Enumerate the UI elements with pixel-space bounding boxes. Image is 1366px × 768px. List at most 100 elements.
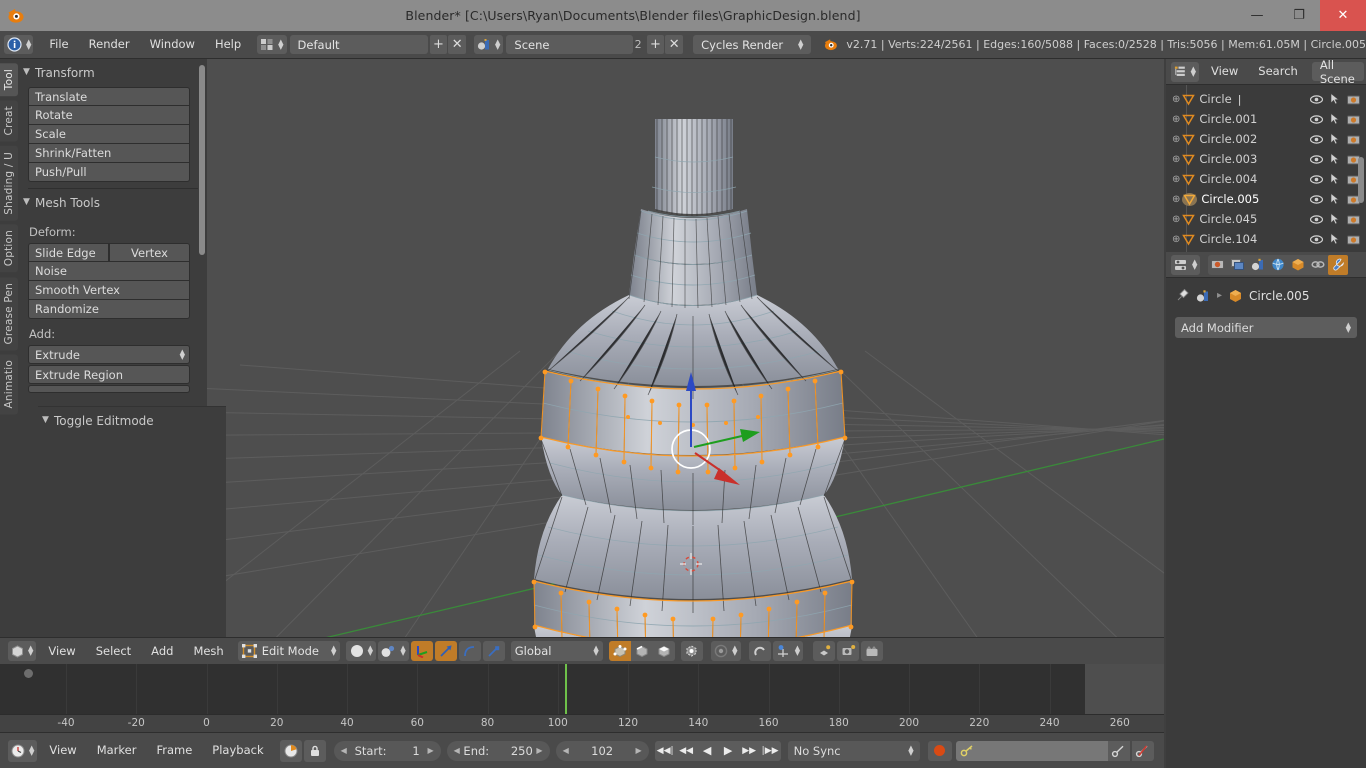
properties-tab-render-layers[interactable] (1228, 255, 1248, 275)
tool-shrink-fatten-button[interactable]: Shrink/Fatten (28, 144, 190, 163)
vp-menu-select[interactable]: Select (86, 642, 141, 661)
outliner-menu-view[interactable]: View (1201, 62, 1248, 81)
panel-header-transform[interactable]: ▼ Transform (19, 59, 207, 87)
edge-select-button[interactable] (630, 641, 653, 661)
timeline-playhead[interactable] (564, 664, 567, 714)
render-final-button[interactable] (861, 641, 884, 661)
tool-vertex-button[interactable]: Vertex (109, 243, 190, 262)
properties-tab-world[interactable] (1268, 255, 1288, 275)
outliner-row-circle-104[interactable]: ⊕ Circle.104 (1166, 229, 1366, 249)
close-button[interactable]: ✕ (1320, 0, 1366, 31)
editor-type-selector-3dview[interactable]: ▲ ▼ (8, 641, 37, 661)
render-preview-button[interactable] (837, 641, 860, 661)
pin-icon[interactable] (1175, 288, 1190, 303)
chevron-right-icon[interactable]: ▶ (427, 746, 433, 755)
add-screen-layout-button[interactable]: + (429, 35, 448, 54)
expand-icon[interactable]: ⊕ (1172, 154, 1180, 165)
tool-tab-animation[interactable]: Animatio (0, 354, 18, 415)
properties-tab-render[interactable] (1208, 255, 1228, 275)
vp-menu-add[interactable]: Add (141, 642, 183, 661)
scene-icon-button[interactable]: ▲ ▼ (474, 35, 504, 54)
tool-randomize-button[interactable]: Randomize (28, 300, 190, 319)
transform-orientation-selector[interactable]: Global ▲ ▼ (510, 641, 603, 661)
tool-tab-options[interactable]: Option (0, 224, 18, 273)
outliner-row-circle-004[interactable]: ⊕ Circle.004 (1166, 169, 1366, 189)
chevron-left-icon[interactable]: ◀ (341, 746, 347, 755)
outliner-row-circle[interactable]: ⊕ Circle | (1166, 89, 1366, 109)
editor-type-selector[interactable]: ▲ ▼ (4, 35, 34, 54)
maximize-button[interactable]: ❐ (1278, 0, 1320, 31)
menu-help[interactable]: Help (205, 35, 251, 54)
menu-file[interactable]: File (39, 35, 78, 54)
tool-shelf-scrollbar[interactable] (199, 65, 205, 255)
proportional-edit-selector[interactable]: ▲ ▼ (710, 641, 741, 661)
vertex-select-button[interactable] (608, 641, 631, 661)
tool-slide-edge-button[interactable]: Slide Edge (28, 243, 109, 262)
expand-icon[interactable]: ⊕ (1172, 234, 1180, 245)
viewport-shading-selector[interactable]: ▲ ▼ (346, 641, 377, 661)
properties-tab-modifiers[interactable] (1328, 254, 1349, 275)
add-modifier-button[interactable]: Add Modifier ▲ ▼ (1175, 317, 1357, 338)
outliner-row-circle-003[interactable]: ⊕ Circle.003 (1166, 149, 1366, 169)
tl-menu-marker[interactable]: Marker (87, 741, 147, 760)
interaction-mode-selector[interactable]: Edit Mode ▲ ▼ (237, 641, 341, 661)
timeline-ruler[interactable]: -40 -20 0 20 40 60 80 100 120 140 160 180 200 220 240 2… (0, 714, 1164, 732)
minimize-button[interactable]: — (1236, 0, 1278, 31)
outliner-row-circle-002[interactable]: ⊕ Circle.002 (1166, 129, 1366, 149)
previous-keyframe-button[interactable]: ◀◀ (675, 740, 697, 761)
translate-manipulator-button[interactable] (434, 641, 457, 661)
tool-rotate-button[interactable]: Rotate (28, 106, 190, 125)
onion-skin-toggle[interactable] (279, 739, 302, 762)
expand-icon[interactable]: ⊕ (1172, 134, 1180, 145)
render-object-button[interactable] (813, 641, 836, 661)
menu-render[interactable]: Render (79, 35, 140, 54)
tool-push-pull-button[interactable]: Push/Pull (28, 163, 190, 182)
tool-extrude-region-button[interactable]: Extrude Region (28, 365, 190, 384)
face-select-button[interactable] (652, 641, 675, 661)
outliner-row-circle-045[interactable]: ⊕ Circle.045 (1166, 209, 1366, 229)
tool-extrude-selector[interactable]: Extrude ▲ ▼ (28, 345, 190, 364)
outliner-scrollbar[interactable] (1358, 157, 1364, 203)
tl-menu-frame[interactable]: Frame (146, 741, 202, 760)
current-frame-field[interactable]: ◀ 102 ▶ (555, 740, 649, 761)
play-button[interactable]: ▶ (717, 740, 739, 761)
properties-tab-constraints[interactable] (1308, 255, 1328, 275)
editor-type-selector-outliner[interactable]: ▲ ▼ (1171, 61, 1199, 82)
expand-icon[interactable]: ⊕ (1172, 114, 1180, 125)
chevron-left-icon[interactable]: ◀ (563, 746, 569, 755)
tool-scale-button[interactable]: Scale (28, 125, 190, 144)
snap-target-selector[interactable]: ▲ ▼ (772, 641, 804, 661)
sync-mode-selector[interactable]: No Sync ▲ ▼ (787, 740, 920, 761)
snap-magnet-button[interactable] (748, 641, 771, 661)
rotate-manipulator-button[interactable] (458, 641, 481, 661)
delete-screen-layout-button[interactable]: ✕ (448, 35, 467, 54)
outliner-row-circle-005[interactable]: ⊕ Circle.005 (1166, 189, 1366, 209)
lock-timeline-toggle[interactable] (303, 739, 326, 762)
tool-tab-grease-pencil[interactable]: Grease Pen (0, 276, 18, 351)
delete-scene-button[interactable]: ✕ (665, 35, 684, 54)
limit-selection-to-visible-button[interactable] (680, 641, 703, 661)
properties-tab-object[interactable] (1288, 255, 1308, 275)
vp-menu-mesh[interactable]: Mesh (183, 642, 233, 661)
timeline-editor[interactable]: -40 -20 0 20 40 60 80 100 120 140 160 180 200 220 240 2… (0, 664, 1164, 732)
expand-icon[interactable]: ⊕ (1172, 214, 1180, 225)
tool-tab-shading-uvs[interactable]: Shading / U (0, 145, 18, 221)
tool-translate-button[interactable]: Translate (28, 87, 190, 106)
editor-type-selector-properties[interactable]: ▲ ▼ (1171, 254, 1201, 275)
chevron-right-icon[interactable]: ▶ (536, 746, 542, 755)
screen-layout-icon-button[interactable]: ▲ ▼ (257, 35, 287, 54)
panel-header-mesh-tools[interactable]: ▼ Mesh Tools (19, 189, 207, 217)
scale-manipulator-button[interactable] (482, 641, 505, 661)
delete-keyframe-button[interactable] (1131, 740, 1154, 761)
scene-name-field[interactable]: Scene (506, 35, 633, 54)
next-keyframe-button[interactable]: ▶▶ (738, 740, 760, 761)
vp-menu-view[interactable]: View (38, 642, 85, 661)
add-scene-button[interactable]: + (646, 35, 665, 54)
tool-tab-tool[interactable]: Tool (0, 63, 18, 97)
outliner-menu-search[interactable]: Search (1248, 62, 1308, 81)
keying-set-field[interactable] (955, 740, 1108, 761)
tool-noise-button[interactable]: Noise (28, 262, 190, 281)
auto-keyframe-button[interactable] (927, 740, 952, 761)
jump-to-start-button[interactable]: ◀◀| (654, 740, 676, 761)
properties-tab-scene[interactable] (1248, 255, 1268, 275)
